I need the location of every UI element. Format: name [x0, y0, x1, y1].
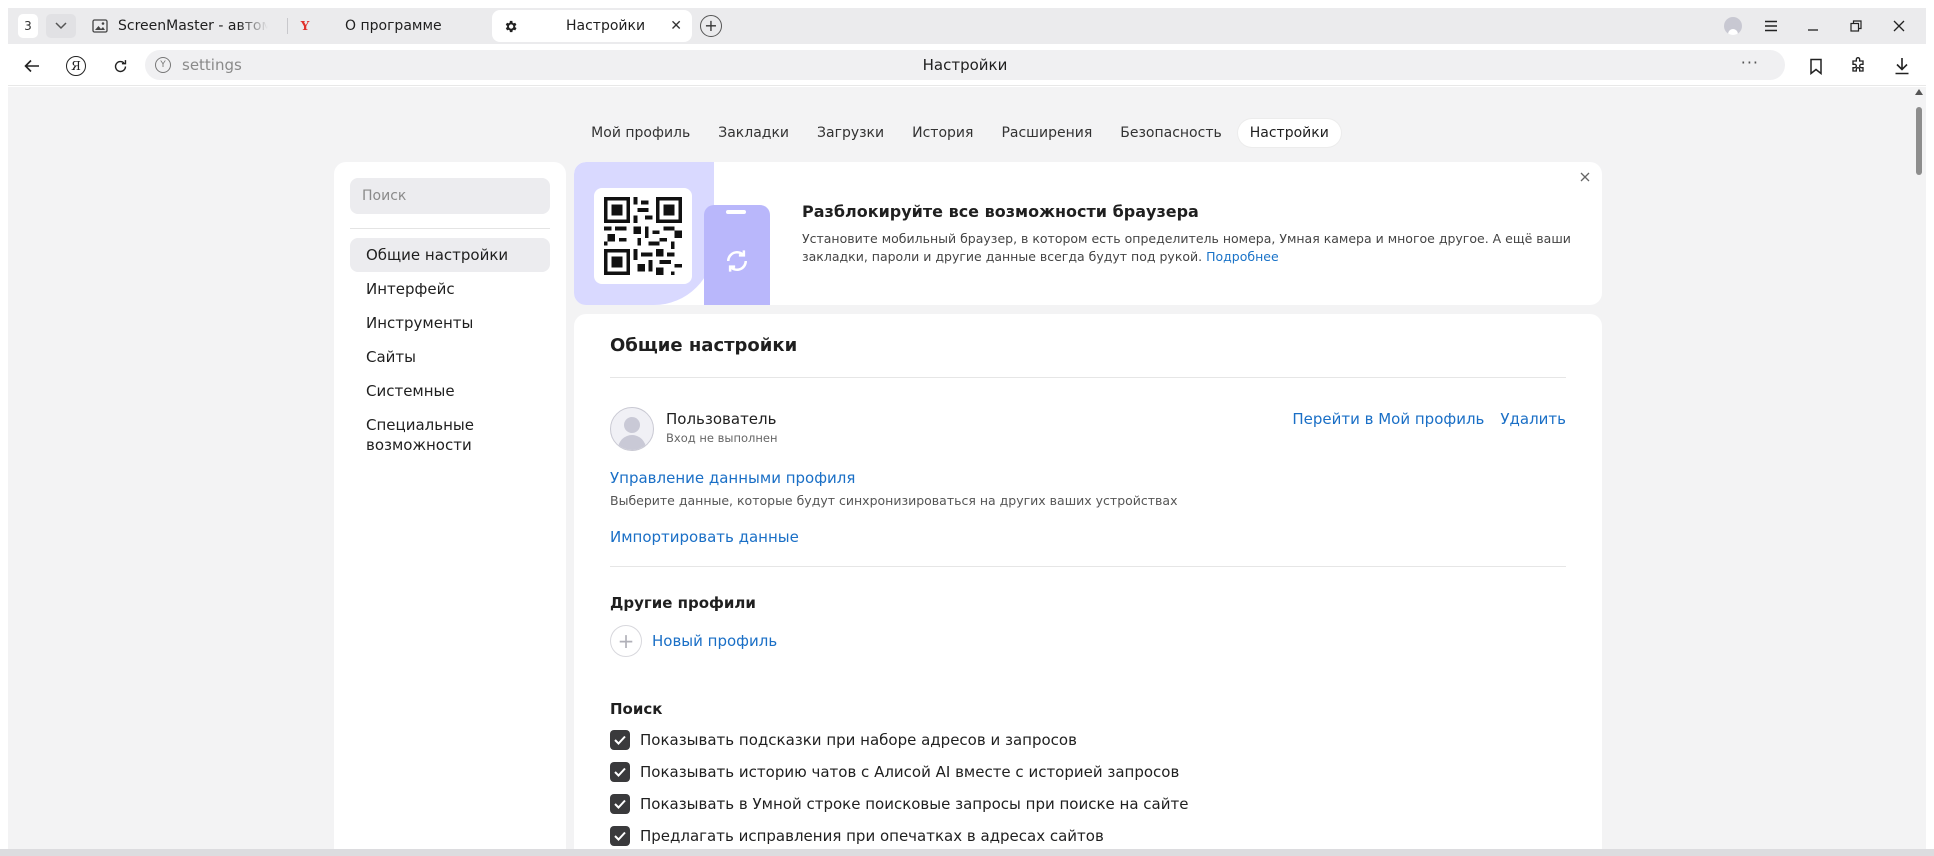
general-settings-card: Общие настройки Пользователь Вход не вып… [574, 314, 1602, 849]
settings-top-nav: Мой профиль Закладки Загрузки История Ра… [8, 119, 1912, 147]
user-login-status: Вход не выполнен [666, 431, 778, 445]
banner-title: Разблокируйте все возможности браузера [802, 202, 1199, 221]
new-profile-button[interactable]: + Новый профиль [610, 625, 777, 657]
search-option-typo-fix[interactable]: Предлагать исправления при опечатках в а… [610, 826, 1104, 846]
tab-downloads[interactable]: Загрузки [805, 119, 896, 147]
checkbox-checked-icon[interactable] [610, 730, 630, 750]
mobile-promo-banner: Разблокируйте все возможности браузера У… [574, 162, 1602, 305]
tab-screenmaster[interactable]: ScreenMaster - автоматизация [92, 8, 282, 44]
settings-search-input[interactable] [350, 178, 550, 214]
restore-icon[interactable] [1844, 14, 1868, 38]
tab-title: Настройки [566, 18, 646, 34]
address-bar[interactable]: Y settings Настройки ··· [145, 50, 1785, 80]
profile-actions: Перейти в Мой профиль Удалить [1292, 410, 1566, 428]
import-data-link[interactable]: Импортировать данные [610, 528, 799, 546]
sidebar-item-sites[interactable]: Сайты [350, 340, 550, 374]
section-heading-other-profiles: Другие профили [610, 594, 756, 612]
chevron-down-icon [55, 20, 67, 33]
tab-extensions[interactable]: Расширения [989, 119, 1104, 147]
plus-icon: + [610, 625, 642, 657]
download-icon[interactable] [1890, 54, 1914, 78]
section-heading-search: Поиск [610, 700, 663, 718]
tab-my-profile[interactable]: Мой профиль [579, 119, 702, 147]
banner-more-link[interactable]: Подробнее [1206, 249, 1279, 264]
close-window-icon[interactable] [1887, 14, 1911, 38]
scrollbar-thumb[interactable] [1916, 107, 1922, 175]
sidebar-item-accessibility[interactable]: Специальные возможности [350, 408, 510, 462]
tab-bookmarks[interactable]: Закладки [706, 119, 801, 147]
qr-code-icon [594, 188, 692, 284]
section-divider [610, 377, 1566, 378]
checkbox-checked-icon[interactable] [610, 794, 630, 814]
tab-security[interactable]: Безопасность [1108, 119, 1233, 147]
tab-settings[interactable]: Настройки ✕ [492, 10, 692, 42]
profile-avatar-icon[interactable] [1724, 17, 1742, 35]
tab-title: ScreenMaster - автоматизация [118, 18, 268, 34]
hamburger-icon[interactable] [1759, 14, 1783, 38]
image-icon [92, 18, 108, 34]
manage-data-description: Выберите данные, которые будут синхрониз… [610, 493, 1178, 508]
minimize-icon[interactable] [1801, 14, 1825, 38]
tab-settings-page[interactable]: Настройки [1237, 119, 1341, 147]
banner-description: Установите мобильный браузер, в котором … [802, 231, 1571, 264]
sync-icon [719, 243, 755, 279]
gear-icon [502, 18, 518, 34]
yandex-logo-icon[interactable]: Я [64, 54, 88, 78]
search-option-suggestions[interactable]: Показывать подсказки при наборе адресов … [610, 730, 1077, 750]
settings-sidebar: Общие настройки Интерфейс Инструменты Са… [334, 162, 566, 849]
sidebar-divider [350, 228, 550, 229]
search-option-site-search[interactable]: Показывать в Умной строке поисковые запр… [610, 794, 1188, 814]
reload-icon[interactable] [108, 54, 132, 78]
checkbox-checked-icon[interactable] [610, 826, 630, 846]
banner-text: Установите мобильный браузер, в котором … [802, 230, 1582, 266]
sidebar-item-system[interactable]: Системные [350, 374, 550, 408]
checkbox-label: Показывать в Умной строке поисковые запр… [640, 795, 1189, 813]
yandex-favicon-icon: Y [300, 19, 310, 33]
section-divider [610, 566, 1566, 567]
page-scrollbar[interactable] [1912, 87, 1926, 849]
tab-separator [287, 18, 288, 34]
checkbox-label: Показывать историю чатов с Алисой AI вме… [640, 763, 1180, 781]
checkbox-label: Предлагать исправления при опечатках в а… [640, 827, 1104, 845]
manage-profile-data-link[interactable]: Управление данными профиля [610, 469, 855, 487]
window-bottom-edge [0, 849, 1934, 856]
tab-title: О программе [345, 18, 442, 34]
go-to-profile-link[interactable]: Перейти в Мой профиль [1292, 410, 1484, 428]
sidebar-item-interface[interactable]: Интерфейс [350, 272, 550, 306]
tab-about[interactable]: Y О программе [297, 8, 477, 44]
checkbox-label: Показывать подсказки при наборе адресов … [640, 731, 1077, 749]
close-banner-icon[interactable] [1580, 168, 1590, 186]
bookmark-icon[interactable] [1804, 54, 1828, 78]
delete-profile-link[interactable]: Удалить [1500, 410, 1566, 428]
checkbox-checked-icon[interactable] [610, 762, 630, 782]
navigation-bar: Я Y settings Настройки ··· [8, 44, 1926, 86]
settings-page: Мой профиль Закладки Загрузки История Ра… [8, 87, 1912, 849]
arrow-left-icon[interactable] [20, 54, 44, 78]
user-name: Пользователь [666, 410, 777, 428]
tab-counter[interactable]: 3 [18, 14, 38, 38]
new-profile-label: Новый профиль [652, 632, 778, 650]
user-avatar [610, 407, 654, 451]
new-tab-button[interactable]: + [700, 15, 722, 37]
sidebar-item-tools[interactable]: Инструменты [350, 306, 550, 340]
section-heading-general: Общие настройки [610, 335, 798, 356]
tab-strip: 3 ScreenMaster - автоматизация Y О прогр… [8, 8, 1926, 44]
close-tab-icon[interactable]: ✕ [670, 18, 682, 34]
tab-list-dropdown[interactable] [46, 14, 76, 38]
more-options-icon[interactable]: ··· [1741, 53, 1759, 72]
address-page-title: Настройки [922, 56, 1008, 74]
sidebar-item-general[interactable]: Общие настройки [350, 238, 550, 272]
phone-illustration [704, 205, 770, 305]
puzzle-icon[interactable] [1846, 54, 1870, 78]
scroll-up-icon[interactable] [1915, 89, 1923, 95]
search-option-alice-history[interactable]: Показывать историю чатов с Алисой AI вме… [610, 762, 1179, 782]
tab-history[interactable]: История [900, 119, 985, 147]
